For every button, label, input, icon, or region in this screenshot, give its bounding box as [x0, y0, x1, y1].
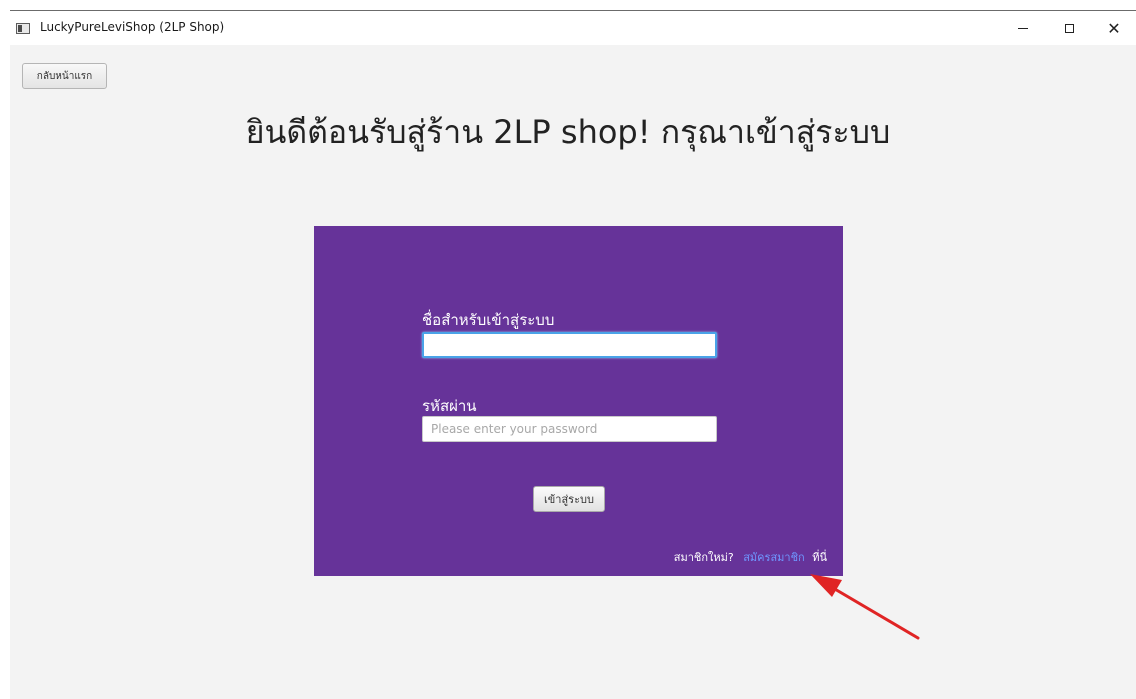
signup-link[interactable]: สมัครสมาชิก: [743, 551, 805, 564]
minimize-icon: [1018, 27, 1028, 29]
login-panel: ชื่อสำหรับเข้าสู่ระบบ รหัสผ่าน เข้าสู่ระ…: [314, 226, 843, 576]
minimize-button[interactable]: [1000, 11, 1046, 45]
window-titlebar[interactable]: LuckyPureLeviShop (2LP Shop) ✕: [10, 11, 1136, 45]
username-label: ชื่อสำหรับเข้าสู่ระบบ: [422, 311, 555, 329]
close-button[interactable]: ✕: [1092, 11, 1136, 45]
close-icon: ✕: [1107, 18, 1121, 38]
back-to-home-button[interactable]: กลับหน้าแรก: [22, 63, 107, 89]
username-input[interactable]: [422, 332, 717, 358]
signup-suffix: ที่นี่: [812, 551, 827, 564]
signup-row: สมาชิกใหม่? สมัครสมาชิก ที่นี่: [674, 548, 827, 566]
maximize-icon: [1064, 23, 1074, 33]
page-title: ยินดีต้อนรับสู่ร้าน 2LP shop! กรุณาเข้าส…: [245, 113, 891, 151]
app-window-icon: [16, 23, 30, 34]
login-button[interactable]: เข้าสู่ระบบ: [533, 486, 605, 512]
password-input[interactable]: [422, 416, 717, 442]
password-label: รหัสผ่าน: [422, 397, 477, 415]
window-title: LuckyPureLeviShop (2LP Shop): [40, 20, 225, 34]
maximize-button[interactable]: [1046, 11, 1092, 45]
signup-question: สมาชิกใหม่?: [673, 551, 734, 564]
main-content: กลับหน้าแรก ยินดีต้อนรับสู่ร้าน 2LP shop…: [10, 45, 1136, 699]
